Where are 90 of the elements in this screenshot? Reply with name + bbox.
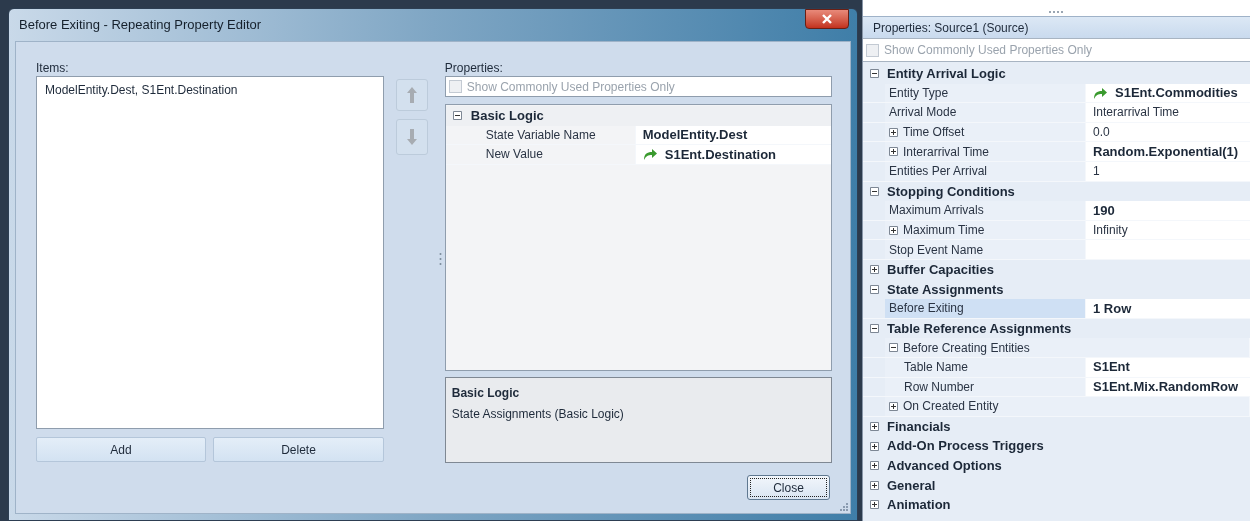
expand-icon[interactable]: [869, 480, 879, 490]
property-name-cell[interactable]: Entity Type: [885, 83, 1086, 103]
curved-arrow-icon: [1093, 86, 1107, 99]
checkbox-label: Show Commonly Used Properties Only: [466, 78, 675, 96]
panel-title: Properties: Source1 (Source): [873, 19, 1029, 37]
property-value-cell[interactable]: 190: [1086, 201, 1250, 220]
property-name-cell[interactable]: Stop Event Name: [885, 240, 1086, 259]
category-header[interactable]: Stopping Conditions: [885, 181, 1015, 202]
checkbox-label: Show Commonly Used Properties Only: [884, 42, 1093, 59]
close-dialog-button[interactable]: Close: [747, 475, 830, 500]
property-value: ModelEntity.Dest: [642, 126, 748, 145]
category-header[interactable]: General: [885, 475, 936, 495]
splitter-grip-icon[interactable]: [439, 252, 442, 266]
property-value-cell[interactable]: S1Ent.Destination: [635, 145, 831, 164]
property-name: State Variable Name: [485, 126, 596, 144]
category-header[interactable]: Entity Arrival Logic: [885, 64, 1006, 84]
checkbox[interactable]: [866, 43, 879, 57]
close-button[interactable]: [805, 9, 849, 29]
close-icon: [821, 14, 833, 24]
property-value-cell[interactable]: Interarrival Time: [1086, 103, 1250, 122]
property-name: Before Exiting: [889, 300, 964, 318]
collapse-icon[interactable]: [869, 284, 879, 294]
property-value: S1Ent: [1093, 358, 1130, 377]
collapse-icon[interactable]: [452, 111, 462, 121]
category-header[interactable]: Add-On Process Triggers: [885, 436, 1044, 456]
expand-icon[interactable]: [869, 422, 879, 431]
expand-icon[interactable]: [869, 461, 879, 471]
collapse-icon[interactable]: [869, 324, 879, 333]
list-item[interactable]: ModelEntity.Dest, S1Ent.Destination: [44, 81, 376, 99]
description-title: Basic Logic: [451, 385, 521, 402]
property-name-cell[interactable]: Before Creating Entities: [885, 338, 1250, 357]
items-label: Items:: [36, 62, 70, 75]
property-name-cell[interactable]: Arrival Mode: [885, 103, 1086, 122]
property-value-cell[interactable]: S1Ent.Commodities: [1086, 83, 1250, 103]
description-text: State Assignments (Basic Logic): [451, 406, 625, 423]
category-header[interactable]: State Assignments: [885, 279, 1004, 300]
up-arrow-icon: [406, 86, 418, 104]
category-header[interactable]: Advanced Options: [885, 455, 1002, 476]
collapse-icon[interactable]: [889, 343, 898, 353]
expand-icon[interactable]: [889, 147, 898, 157]
property-name: Entities Per Arrival: [889, 163, 988, 181]
properties-label: Properties:: [444, 62, 504, 75]
property-name: Entity Type: [889, 84, 949, 102]
property-name-cell[interactable]: Maximum Arrivals: [885, 201, 1086, 220]
property-value: S1Ent.Mix.RandomRow: [1093, 378, 1239, 397]
category-header[interactable]: Buffer Capacities: [885, 260, 994, 280]
property-name: Stop Event Name: [889, 241, 984, 259]
property-name: On Created Entity: [903, 398, 999, 416]
property-name-cell[interactable]: On Created Entity: [885, 397, 1250, 416]
resize-grip-icon[interactable]: [838, 501, 848, 511]
property-value: Interarrival Time: [1093, 104, 1180, 122]
expand-icon[interactable]: [869, 265, 879, 275]
property-value: 1: [1093, 163, 1100, 181]
property-name-cell[interactable]: Before Exiting: [885, 299, 1086, 318]
property-name: Time Offset: [903, 124, 965, 142]
collapse-icon[interactable]: [869, 186, 879, 196]
category-header[interactable]: Financials: [885, 416, 951, 437]
property-name: New Value: [485, 146, 543, 164]
items-list[interactable]: ModelEntity.Dest, S1Ent.Destination: [36, 76, 384, 429]
property-value: 190: [1093, 201, 1115, 220]
checkbox[interactable]: [448, 80, 462, 93]
expand-icon[interactable]: [869, 441, 879, 451]
expand-icon[interactable]: [889, 401, 898, 411]
property-name: Before Creating Entities: [903, 339, 1030, 357]
expand-icon[interactable]: [889, 127, 898, 137]
property-value: S1Ent.Destination: [664, 145, 777, 164]
property-value-cell[interactable]: [1086, 240, 1250, 259]
property-value-cell[interactable]: 1 Row: [1086, 299, 1250, 318]
property-name-cell[interactable]: Interarrival Time: [885, 142, 1086, 161]
expand-icon[interactable]: [869, 500, 879, 510]
property-name: Table Name: [904, 359, 969, 377]
category-header[interactable]: Table Reference Assignments: [885, 318, 1072, 339]
window-title: Before Exiting - Repeating Property Editor: [19, 16, 262, 35]
property-value: 0.0: [1093, 124, 1110, 142]
expand-icon[interactable]: [889, 225, 898, 235]
property-name: Maximum Arrivals: [889, 202, 984, 220]
property-name: Row Number: [904, 378, 975, 396]
property-name: Interarrival Time: [903, 143, 990, 161]
down-arrow-icon: [406, 128, 418, 146]
category-header[interactable]: Animation: [885, 495, 951, 515]
category-header[interactable]: Basic Logic: [468, 106, 544, 126]
add-button[interactable]: Add: [36, 437, 206, 462]
property-name: Maximum Time: [903, 222, 985, 240]
property-name: Arrival Mode: [889, 104, 957, 122]
property-value: S1Ent.Commodities: [1115, 84, 1238, 103]
delete-button[interactable]: Delete: [213, 437, 384, 462]
property-value: Infinity: [1093, 222, 1128, 240]
property-value: 1 Row: [1093, 299, 1132, 318]
curved-arrow-icon: [642, 148, 657, 161]
collapse-icon[interactable]: [869, 69, 879, 79]
